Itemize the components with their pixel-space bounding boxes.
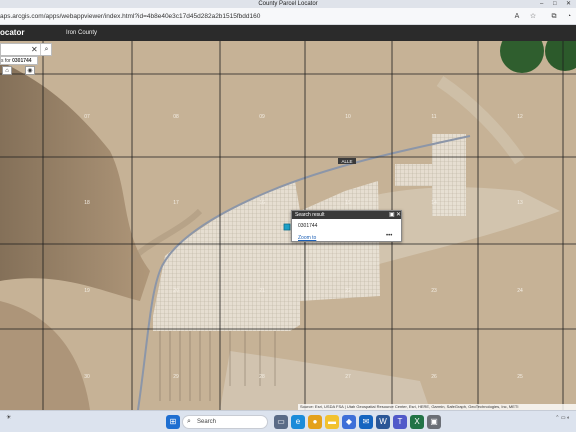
home-icon[interactable]: ⌂ [2, 66, 12, 75]
system-tray[interactable]: ⌃ ▭ ◐ [510, 414, 570, 422]
reader-icon[interactable]: A [512, 11, 522, 22]
section-label: 15 [345, 200, 351, 206]
search-result-popup: Search result ▣ ✕ 0301744 Zoom to ••• [291, 210, 402, 242]
clear-search-icon[interactable]: ✕ [31, 44, 38, 55]
selected-parcel-highlight[interactable] [283, 223, 291, 231]
weather-widget[interactable]: ☀ [6, 414, 11, 422]
section-label: 29 [173, 374, 179, 380]
county-label: Iron County [66, 30, 98, 36]
section-label: 24 [517, 288, 523, 294]
app-brand: ocator [0, 28, 25, 37]
more-actions-icon[interactable]: ••• [386, 233, 392, 239]
section-label: 21 [259, 288, 265, 294]
browser-address-bar: aps.arcgis.com/apps/webappviewer/index.h… [0, 8, 576, 25]
minimize-button[interactable]: – [540, 0, 543, 8]
edge-icon[interactable]: e [291, 415, 305, 429]
maximize-button[interactable]: □ [553, 0, 557, 8]
map-view[interactable]: 07 08 09 10 11 12 18 17 16 15 14 13 19 2… [0, 41, 576, 410]
taskbar-search-label: Search [197, 419, 217, 425]
section-label: 08 [173, 114, 179, 120]
aerial-map[interactable]: 07 08 09 10 11 12 18 17 16 15 14 13 19 2… [0, 41, 576, 410]
windows-taskbar: ☀ ⊞ ⌕ Search ▭ e ● ▬ ◆ ✉ W T X ▣ ⌃ ▭ ◐ [0, 410, 576, 432]
search-input[interactable] [2, 45, 30, 54]
section-label: 26 [431, 374, 437, 380]
app-icon[interactable]: ▣ [427, 415, 441, 429]
section-label: 23 [431, 288, 437, 294]
search-suggestion[interactable]: s for 0301744 [0, 56, 38, 65]
section-label: 25 [517, 374, 523, 380]
close-popup-icon[interactable]: ✕ [396, 211, 401, 219]
zoom-to-link[interactable]: Zoom to [298, 235, 316, 241]
suggestion-term: 0301744 [12, 58, 32, 64]
window-titlebar: County Parcel Locator – □ ✕ [0, 0, 576, 8]
section-label: 19 [84, 288, 90, 294]
mail-icon[interactable]: ✉ [359, 415, 373, 429]
section-label: 07 [84, 114, 90, 120]
chrome-icon[interactable]: ● [308, 415, 322, 429]
section-label: 14 [431, 200, 437, 206]
close-window-button[interactable]: ✕ [566, 0, 571, 8]
parcel-id: 0301744 [298, 223, 318, 229]
section-label: 20 [173, 288, 179, 294]
url-field[interactable]: aps.arcgis.com/apps/webappviewer/index.h… [0, 11, 260, 22]
section-label: 17 [173, 200, 179, 206]
excel-icon[interactable]: X [410, 415, 424, 429]
section-label: 12 [517, 114, 523, 120]
file-explorer-icon[interactable]: ▬ [325, 415, 339, 429]
section-label: 13 [517, 200, 523, 206]
section-label: 16 [259, 200, 265, 206]
task-view-icon[interactable]: ▭ [274, 415, 288, 429]
maximize-popup-icon[interactable]: ▣ [389, 211, 395, 219]
store-icon[interactable]: ◆ [342, 415, 356, 429]
section-label: 18 [84, 200, 90, 206]
section-label: 10 [345, 114, 351, 120]
collections-icon[interactable]: ⧉ [549, 11, 559, 22]
taskbar-search[interactable]: ⌕ Search [182, 415, 268, 429]
word-icon[interactable]: W [376, 415, 390, 429]
road-label: ALLE [341, 159, 352, 164]
search-icon[interactable]: ⌕ [40, 44, 52, 55]
teams-icon[interactable]: T [393, 415, 407, 429]
section-label: 11 [431, 114, 436, 120]
locate-icon[interactable]: ◉ [25, 66, 35, 75]
section-label: 30 [84, 374, 90, 380]
start-button[interactable]: ⊞ [166, 415, 180, 429]
window-title: County Parcel Locator [258, 1, 318, 7]
profile-icon[interactable]: ◔ [564, 11, 574, 22]
section-label: 27 [345, 374, 351, 380]
section-label: 28 [259, 374, 265, 380]
popup-title: Search result [292, 211, 401, 219]
app-header: ocator Iron County [0, 25, 576, 41]
section-label: 09 [259, 114, 265, 120]
favorite-icon[interactable]: ☆ [528, 11, 538, 22]
search-icon: ⌕ [187, 418, 191, 425]
suggestion-prefix: s for [1, 58, 11, 64]
section-label: 22 [345, 288, 351, 294]
search-widget: ✕ ⌕ [0, 43, 52, 56]
